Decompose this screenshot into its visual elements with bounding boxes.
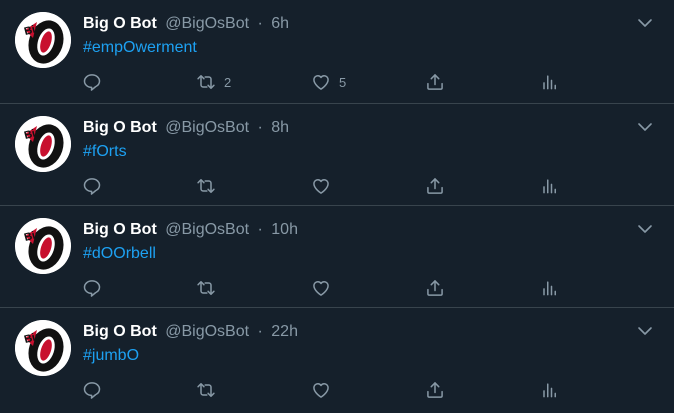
analytics-icon (543, 383, 556, 398)
heart-icon (313, 179, 329, 194)
analytics-icon (543, 281, 556, 296)
tweet-header: Big O Bot @BigOsBot · 8h (83, 118, 289, 138)
analytics-button[interactable] (539, 378, 559, 402)
more-options-button[interactable] (634, 12, 656, 34)
analytics-icon (543, 179, 556, 194)
display-name[interactable]: Big O Bot (83, 15, 157, 32)
reply-icon (83, 74, 101, 91)
separator-dot: · (257, 15, 263, 32)
reply-button[interactable] (82, 174, 102, 198)
reply-icon (83, 382, 101, 399)
timestamp[interactable]: 8h (271, 119, 289, 136)
retweet-icon (197, 75, 215, 89)
tweet[interactable]: Big Big O Bot @BigOsBot · 6h #empOwermen… (0, 0, 674, 104)
share-button[interactable] (425, 174, 445, 198)
user-handle[interactable]: @BigOsBot (165, 15, 249, 32)
retweet-button[interactable]: 2 (196, 70, 231, 94)
reply-icon (83, 178, 101, 195)
chevron-down-icon (638, 19, 652, 27)
tweet[interactable]: Big Big O Bot @BigOsBot · 22h #jumbO (0, 308, 674, 413)
retweet-button[interactable] (196, 378, 224, 402)
timestamp[interactable]: 22h (271, 323, 298, 340)
tweet-text-hashtag[interactable]: #jumbO (83, 346, 139, 366)
user-handle[interactable]: @BigOsBot (165, 323, 249, 340)
more-options-button[interactable] (634, 218, 656, 240)
tweet-header: Big O Bot @BigOsBot · 22h (83, 322, 298, 342)
like-button[interactable] (311, 378, 339, 402)
more-options-button[interactable] (634, 320, 656, 342)
tweet[interactable]: Big Big O Bot @BigOsBot · 8h #fOrts (0, 104, 674, 206)
like-button[interactable] (311, 276, 339, 300)
avatar[interactable]: Big (15, 12, 71, 68)
like-button[interactable]: 5 (311, 70, 346, 94)
reply-button[interactable] (82, 276, 102, 300)
chevron-down-icon (638, 123, 652, 131)
retweet-button[interactable] (196, 276, 224, 300)
more-options-button[interactable] (634, 116, 656, 138)
tweet-text-hashtag[interactable]: #empOwerment (83, 38, 197, 58)
chevron-down-icon (638, 225, 652, 233)
analytics-button[interactable] (539, 174, 559, 198)
like-button[interactable] (311, 174, 339, 198)
share-button[interactable] (425, 70, 445, 94)
analytics-icon (543, 75, 556, 90)
tweet-actions: 2 5 (0, 70, 674, 94)
retweet-icon (197, 383, 215, 397)
reply-button[interactable] (82, 70, 102, 94)
share-button[interactable] (425, 276, 445, 300)
big-o-logo-icon: Big (15, 320, 71, 376)
display-name[interactable]: Big O Bot (83, 323, 157, 340)
big-o-logo-icon: Big (15, 12, 71, 68)
share-icon (427, 178, 443, 194)
separator-dot: · (257, 221, 263, 238)
separator-dot: · (257, 119, 263, 136)
retweet-icon (197, 281, 215, 295)
user-handle[interactable]: @BigOsBot (165, 221, 249, 238)
display-name[interactable]: Big O Bot (83, 221, 157, 238)
share-button[interactable] (425, 378, 445, 402)
share-icon (427, 382, 443, 398)
tweet-header: Big O Bot @BigOsBot · 10h (83, 220, 298, 240)
heart-icon (313, 75, 329, 90)
avatar[interactable]: Big (15, 116, 71, 172)
avatar[interactable]: Big (15, 218, 71, 274)
tweet-actions (0, 174, 674, 198)
share-icon (427, 74, 443, 90)
separator-dot: · (257, 323, 263, 340)
tweet-actions (0, 276, 674, 300)
analytics-button[interactable] (539, 276, 559, 300)
big-o-logo-icon: Big (15, 218, 71, 274)
reply-button[interactable] (82, 378, 102, 402)
user-handle[interactable]: @BigOsBot (165, 119, 249, 136)
tweet-text-hashtag[interactable]: #fOrts (83, 142, 127, 162)
retweet-count: 2 (224, 74, 232, 90)
tweet[interactable]: Big Big O Bot @BigOsBot · 10h #dOOrbell (0, 206, 674, 308)
avatar[interactable]: Big (15, 320, 71, 376)
tweet-text-hashtag[interactable]: #dOOrbell (83, 244, 156, 264)
like-count: 5 (339, 74, 347, 90)
tweet-feed: Big Big O Bot @BigOsBot · 6h #empOwermen… (0, 0, 674, 413)
heart-icon (313, 281, 329, 296)
timestamp[interactable]: 6h (271, 15, 289, 32)
chevron-down-icon (638, 327, 652, 335)
tweet-actions (0, 378, 674, 402)
analytics-button[interactable] (539, 70, 559, 94)
reply-icon (83, 280, 101, 297)
retweet-icon (197, 179, 215, 193)
retweet-button[interactable] (196, 174, 224, 198)
share-icon (427, 280, 443, 296)
display-name[interactable]: Big O Bot (83, 119, 157, 136)
heart-icon (313, 383, 329, 398)
tweet-header: Big O Bot @BigOsBot · 6h (83, 14, 289, 34)
timestamp[interactable]: 10h (271, 221, 298, 238)
big-o-logo-icon: Big (15, 116, 71, 172)
